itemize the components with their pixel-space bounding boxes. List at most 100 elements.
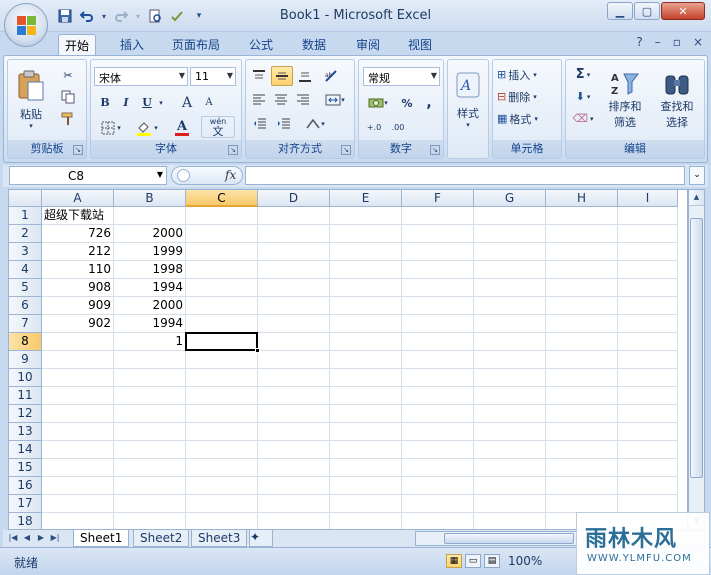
row-header-13[interactable]: 13 bbox=[9, 423, 42, 441]
name-box[interactable]: C8 ▼ bbox=[9, 166, 167, 185]
cell-d2[interactable] bbox=[258, 225, 330, 243]
cell-g5[interactable] bbox=[474, 279, 546, 297]
cell-b17[interactable] bbox=[114, 495, 186, 513]
format-cells-button[interactable]: ▦ 格式 ▾ bbox=[496, 109, 558, 128]
phonetic-button[interactable]: wén 文 bbox=[201, 116, 235, 138]
cell-d15[interactable] bbox=[258, 459, 330, 477]
cell-a17[interactable] bbox=[42, 495, 114, 513]
increase-indent-icon[interactable] bbox=[273, 114, 295, 134]
cell-d16[interactable] bbox=[258, 477, 330, 495]
cell-c16[interactable] bbox=[186, 477, 258, 495]
copy-icon[interactable] bbox=[58, 88, 78, 106]
chevron-down-icon[interactable]: ▼ bbox=[179, 71, 185, 80]
cell-c2[interactable] bbox=[186, 225, 258, 243]
cell-i1[interactable] bbox=[618, 207, 678, 225]
cell-g10[interactable] bbox=[474, 369, 546, 387]
cell-a6[interactable]: 909 bbox=[42, 297, 114, 315]
cell-f11[interactable] bbox=[402, 387, 474, 405]
cell-c14[interactable] bbox=[186, 441, 258, 459]
cell-b8[interactable]: 1 bbox=[114, 333, 186, 351]
cell-e12[interactable] bbox=[330, 405, 402, 423]
dialog-launcher-icon[interactable]: ↘ bbox=[430, 145, 440, 155]
column-header-i[interactable]: I bbox=[618, 190, 678, 207]
minimize-icon[interactable]: – bbox=[655, 35, 661, 49]
cell-h8[interactable] bbox=[546, 333, 618, 351]
cell-h1[interactable] bbox=[546, 207, 618, 225]
page-break-view-icon[interactable]: ▤ bbox=[484, 554, 500, 568]
cell-i9[interactable] bbox=[618, 351, 678, 369]
row-header-6[interactable]: 6 bbox=[9, 297, 42, 315]
cell-e13[interactable] bbox=[330, 423, 402, 441]
align-center-icon[interactable] bbox=[271, 90, 291, 110]
cell-f14[interactable] bbox=[402, 441, 474, 459]
cell-b3[interactable]: 1999 bbox=[114, 243, 186, 261]
formula-input[interactable] bbox=[245, 166, 685, 185]
cell-e7[interactable] bbox=[330, 315, 402, 333]
cell-e14[interactable] bbox=[330, 441, 402, 459]
cell-b4[interactable]: 1998 bbox=[114, 261, 186, 279]
cell-f5[interactable] bbox=[402, 279, 474, 297]
column-header-g[interactable]: G bbox=[474, 190, 546, 207]
zoom-level[interactable]: 100% bbox=[508, 554, 542, 568]
vertical-scroll-thumb[interactable] bbox=[690, 218, 703, 478]
close-icon[interactable]: × bbox=[693, 35, 703, 49]
cell-d17[interactable] bbox=[258, 495, 330, 513]
cell-b2[interactable]: 2000 bbox=[114, 225, 186, 243]
dialog-launcher-icon[interactable]: ↘ bbox=[228, 145, 238, 155]
cell-f8[interactable] bbox=[402, 333, 474, 351]
row-header-2[interactable]: 2 bbox=[9, 225, 42, 243]
cell-a15[interactable] bbox=[42, 459, 114, 477]
cell-c9[interactable] bbox=[186, 351, 258, 369]
align-top-icon[interactable] bbox=[249, 66, 269, 86]
tab-view[interactable]: 视图 bbox=[402, 34, 438, 55]
delete-cells-button[interactable]: ⊟ 删除 ▾ bbox=[496, 87, 558, 106]
sheet-tab-1[interactable]: Sheet1 bbox=[73, 530, 130, 547]
row-header-12[interactable]: 12 bbox=[9, 405, 42, 423]
cell-b6[interactable]: 2000 bbox=[114, 297, 186, 315]
chevron-down-icon[interactable]: ▼ bbox=[431, 71, 437, 80]
column-header-h[interactable]: H bbox=[546, 190, 618, 207]
cell-c1[interactable] bbox=[186, 207, 258, 225]
insert-cells-button[interactable]: ⊞ 插入 ▾ bbox=[496, 65, 558, 84]
cell-h16[interactable] bbox=[546, 477, 618, 495]
last-sheet-icon[interactable]: ▶| bbox=[49, 531, 61, 545]
cell-h14[interactable] bbox=[546, 441, 618, 459]
cell-f17[interactable] bbox=[402, 495, 474, 513]
row-header-9[interactable]: 9 bbox=[9, 351, 42, 369]
find-select-button[interactable]: 查找和 选择 bbox=[652, 64, 702, 136]
styles-button[interactable]: A 样式 ▾ bbox=[450, 64, 486, 136]
cell-c6[interactable] bbox=[186, 297, 258, 315]
cell-d5[interactable] bbox=[258, 279, 330, 297]
cell-c13[interactable] bbox=[186, 423, 258, 441]
cell-g1[interactable] bbox=[474, 207, 546, 225]
cell-c7[interactable] bbox=[186, 315, 258, 333]
row-header-3[interactable]: 3 bbox=[9, 243, 42, 261]
row-header-16[interactable]: 16 bbox=[9, 477, 42, 495]
cell-i16[interactable] bbox=[618, 477, 678, 495]
sheet-tab-3[interactable]: Sheet3 bbox=[191, 530, 248, 547]
cell-b7[interactable]: 1994 bbox=[114, 315, 186, 333]
cell-c4[interactable] bbox=[186, 261, 258, 279]
cell-h12[interactable] bbox=[546, 405, 618, 423]
cell-a4[interactable]: 110 bbox=[42, 261, 114, 279]
cell-d8[interactable] bbox=[258, 333, 330, 351]
cell-e1[interactable] bbox=[330, 207, 402, 225]
restore-icon[interactable]: ▫ bbox=[673, 35, 681, 49]
row-header-10[interactable]: 10 bbox=[9, 369, 42, 387]
borders-button[interactable]: ▾ bbox=[96, 118, 126, 137]
column-header-b[interactable]: B bbox=[114, 190, 186, 207]
cell-b1[interactable] bbox=[114, 207, 186, 225]
cell-h3[interactable] bbox=[546, 243, 618, 261]
scroll-up-icon[interactable]: ▲ bbox=[689, 190, 704, 206]
decrease-decimal-button[interactable]: .00 bbox=[387, 118, 409, 138]
decrease-indent-icon[interactable] bbox=[249, 114, 271, 134]
cell-h17[interactable] bbox=[546, 495, 618, 513]
fill-handle[interactable] bbox=[255, 348, 260, 353]
cell-i15[interactable] bbox=[618, 459, 678, 477]
cell-a18[interactable] bbox=[42, 513, 114, 529]
insert-function-button[interactable]: fx bbox=[225, 168, 236, 182]
cell-f15[interactable] bbox=[402, 459, 474, 477]
row-header-14[interactable]: 14 bbox=[9, 441, 42, 459]
cell-g2[interactable] bbox=[474, 225, 546, 243]
cut-icon[interactable]: ✂ bbox=[58, 66, 78, 84]
